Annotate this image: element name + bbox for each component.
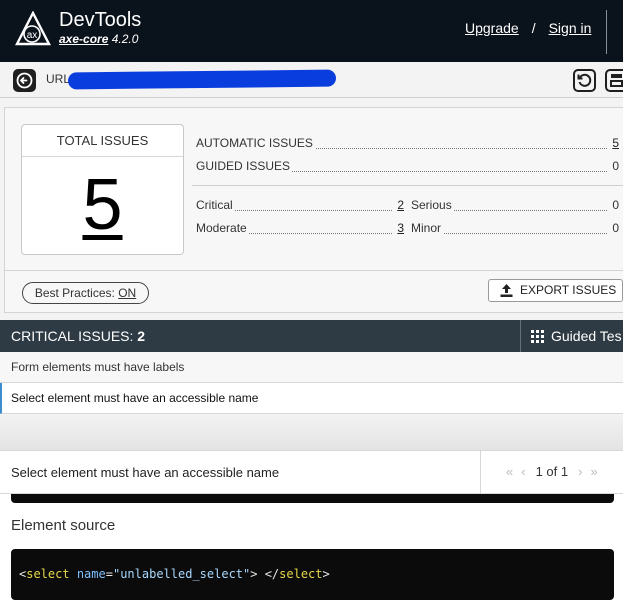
pager-divider — [480, 451, 481, 495]
export-issues-button[interactable]: EXPORT ISSUES — [488, 279, 623, 302]
back-button[interactable] — [13, 69, 36, 92]
minor-row: Minor 0 — [411, 221, 619, 237]
upgrade-link[interactable]: Upgrade — [465, 20, 519, 36]
header-links: Upgrade / Sign in — [465, 20, 591, 36]
total-issues-count[interactable]: 5 — [22, 157, 183, 253]
minor-count: 0 — [608, 221, 619, 235]
issue-list: Form elements must have labels Select el… — [0, 352, 623, 414]
rescan-button[interactable] — [573, 69, 596, 92]
code-block-top — [11, 494, 614, 503]
refresh-icon — [577, 73, 592, 87]
version-number: 4.2.0 — [111, 32, 139, 46]
critical-issues-count: 2 — [137, 328, 146, 344]
pager: « ‹ 1 of 1 › » — [502, 464, 602, 479]
critical-count[interactable]: 2 — [393, 198, 404, 212]
moderate-count[interactable]: 3 — [393, 221, 404, 235]
link-separator: / — [531, 20, 536, 36]
best-practices-toggle[interactable]: Best Practices: ON — [22, 282, 149, 304]
first-page-icon[interactable]: « — [506, 464, 513, 479]
detail-title: Select element must have an accessible n… — [11, 465, 280, 480]
panel-separator — [0, 414, 623, 450]
save-icon — [610, 74, 623, 87]
upload-icon — [500, 284, 513, 297]
critical-issues-title: CRITICAL ISSUES: — [11, 328, 134, 344]
header-divider — [606, 10, 607, 54]
save-button[interactable] — [605, 69, 623, 92]
critical-label: Critical — [196, 198, 235, 212]
serious-label: Serious — [411, 198, 454, 212]
element-source-heading: Element source — [11, 517, 116, 534]
critical-issues-heading: CRITICAL ISSUES: 2 — [11, 328, 145, 344]
minor-label: Minor — [411, 221, 444, 235]
total-issues-label: TOTAL ISSUES — [22, 125, 183, 157]
last-page-icon[interactable]: » — [590, 464, 597, 479]
automatic-issues-label: AUTOMATIC ISSUES — [196, 136, 315, 150]
issue-detail-panel: Select element must have an accessible n… — [0, 450, 623, 615]
guided-issues-label: GUIDED ISSUES — [196, 159, 293, 173]
detail-header: Select element must have an accessible n… — [0, 450, 623, 495]
critical-row: Critical 2 — [196, 198, 404, 214]
next-page-icon[interactable]: › — [578, 464, 582, 479]
arrow-left-icon — [16, 72, 33, 89]
app-version: axe-core 4.2.0 — [59, 32, 138, 46]
critical-bar-divider — [520, 320, 521, 352]
summary-divider — [192, 185, 623, 186]
guided-tests-label: Guided Tes — [551, 328, 622, 344]
export-issues-label: EXPORT ISSUES — [520, 283, 617, 297]
guided-issues-row: GUIDED ISSUES 0 — [196, 159, 619, 175]
total-issues-card: TOTAL ISSUES 5 — [21, 124, 184, 255]
summary-footer-divider — [5, 270, 623, 271]
redacted-url — [67, 69, 337, 90]
automatic-issues-count[interactable]: 5 — [608, 136, 619, 150]
list-item[interactable]: Select element must have an accessible n… — [0, 383, 623, 414]
sign-in-link[interactable]: Sign in — [549, 20, 592, 36]
serious-count: 0 — [608, 198, 619, 212]
element-source-code: <select name="unlabelled_select"> </sele… — [11, 549, 614, 600]
guided-issues-count: 0 — [608, 159, 619, 173]
best-practices-value: ON — [118, 286, 137, 300]
pager-count: 1 of 1 — [535, 464, 569, 479]
axe-logo-icon: ax — [15, 11, 51, 46]
url-bar: URL — [0, 62, 623, 98]
prev-page-icon[interactable]: ‹ — [521, 464, 525, 479]
grid-icon — [531, 330, 544, 343]
url-label: URL — [46, 72, 71, 86]
critical-issues-bar: CRITICAL ISSUES: 2 Guided Tes — [0, 320, 623, 352]
svg-text:ax: ax — [27, 30, 38, 41]
axe-core-link[interactable]: axe-core — [59, 32, 108, 46]
serious-row: Serious 0 — [411, 198, 619, 214]
automatic-issues-row: AUTOMATIC ISSUES 5 — [196, 136, 619, 152]
list-item[interactable]: Form elements must have labels — [0, 352, 623, 383]
moderate-label: Moderate — [196, 221, 249, 235]
issues-summary: TOTAL ISSUES 5 AUTOMATIC ISSUES 5 GUIDED… — [4, 107, 623, 313]
app-header: ax DevTools axe-core 4.2.0 Upgrade / Sign … — [0, 0, 623, 62]
app-title: DevTools — [59, 9, 142, 31]
moderate-row: Moderate 3 — [196, 221, 404, 237]
best-practices-label: Best Practices: — [34, 286, 115, 300]
